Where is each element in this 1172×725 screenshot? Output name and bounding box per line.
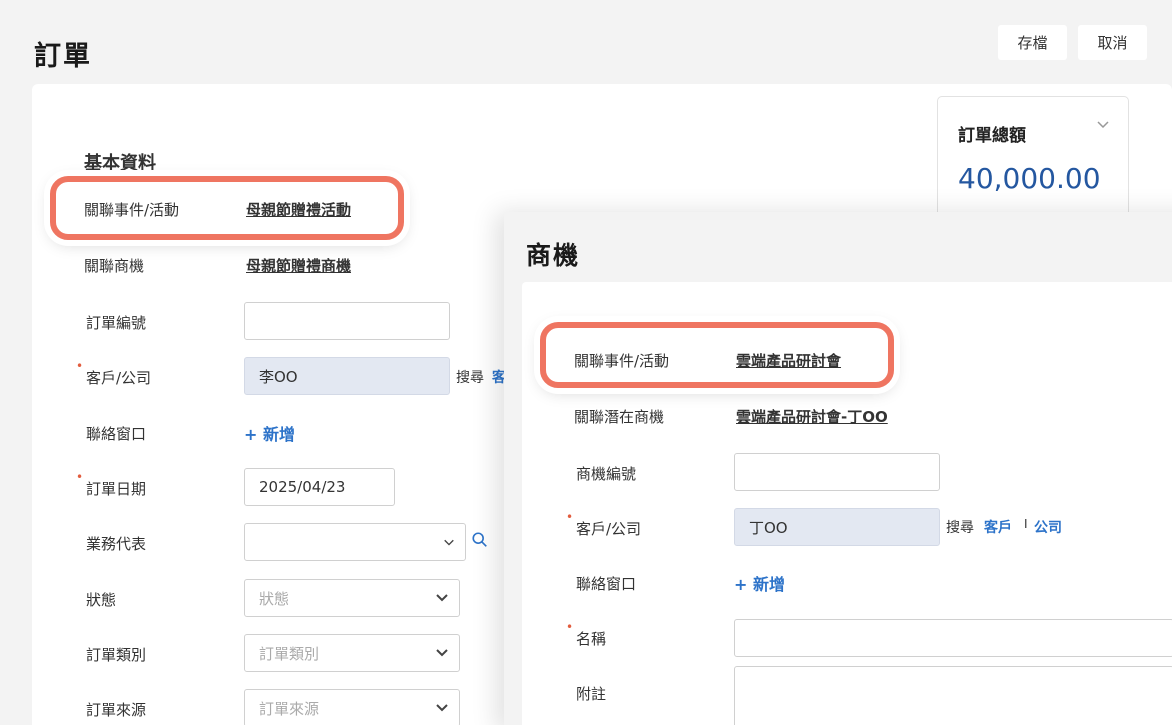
opp-add-contact-label: 新增 <box>752 575 785 594</box>
order-no-label: 訂單編號 <box>86 314 147 332</box>
plus-icon: + <box>734 575 748 594</box>
status-select[interactable]: 狀態 <box>244 579 460 617</box>
order-date-label: 訂單日期 <box>76 470 146 499</box>
section-title: 基本資料 <box>84 153 156 174</box>
cancel-button[interactable]: 取消 <box>1078 25 1147 60</box>
add-contact-label: 新增 <box>262 425 295 444</box>
add-contact-button[interactable]: + 新增 <box>244 421 295 445</box>
related-event-link[interactable]: 母親節贈禮活動 <box>246 199 351 220</box>
opp-search-separator: I <box>1024 517 1028 531</box>
customer-input[interactable]: 李OO <box>244 357 450 395</box>
contact-label: 聯絡窗口 <box>86 425 147 443</box>
opp-search-label: 搜尋 <box>946 520 974 536</box>
opp-add-contact-button[interactable]: + 新增 <box>734 571 785 595</box>
opp-note-label: 附註 <box>576 685 607 703</box>
customer-search-label: 搜尋 <box>456 370 484 386</box>
status-placeholder: 狀態 <box>259 589 290 608</box>
related-opp-link[interactable]: 母親節贈禮商機 <box>246 255 351 276</box>
search-icon[interactable] <box>471 531 489 549</box>
order-source-select[interactable]: 訂單來源 <box>244 689 460 725</box>
opp-related-event-link[interactable]: 雲端產品研討會 <box>736 350 841 371</box>
opp-related-event-label: 關聯事件/活動 <box>574 352 670 370</box>
opp-note-textarea[interactable] <box>734 666 1172 725</box>
opp-customer-search-link[interactable]: 客戶 <box>984 517 1012 537</box>
opportunity-title: 商機 <box>526 241 581 270</box>
opportunity-panel: 商機 關聯事件/活動 雲端產品研討會 關聯潛在商機 雲端產品研討會-丁OO 商機… <box>504 212 1172 725</box>
opp-related-lead-link[interactable]: 雲端產品研討會-丁OO <box>736 406 888 427</box>
opp-name-label: 名稱 <box>566 620 606 649</box>
customer-label: 客戶/公司 <box>76 359 151 388</box>
order-source-label: 訂單來源 <box>86 701 147 719</box>
opp-customer-input[interactable]: 丁OO <box>734 508 940 546</box>
order-type-label: 訂單類別 <box>86 646 147 664</box>
opp-name-input[interactable] <box>734 619 1172 657</box>
sales-rep-label: 業務代表 <box>86 535 147 553</box>
plus-icon: + <box>244 425 258 444</box>
sales-rep-select[interactable] <box>244 523 466 561</box>
opp-no-input[interactable] <box>734 453 940 491</box>
chevron-down-icon <box>436 649 448 657</box>
opp-contact-label: 聯絡窗口 <box>576 575 637 593</box>
opp-related-lead-label: 關聯潛在商機 <box>574 408 665 426</box>
opp-customer-label: 客戶/公司 <box>566 510 641 539</box>
order-total-value: 40,000.00 <box>958 162 1101 195</box>
order-total-card: 訂單總額 40,000.00 <box>937 96 1129 226</box>
related-event-label: 關聯事件/活動 <box>84 201 180 219</box>
chevron-down-icon <box>436 594 448 602</box>
page-title: 訂單 <box>34 41 92 72</box>
order-date-input[interactable]: 2025/04/23 <box>244 468 395 506</box>
chevron-down-icon <box>444 539 454 546</box>
opp-company-search-link[interactable]: 公司 <box>1034 517 1062 537</box>
chevron-down-icon <box>436 704 448 712</box>
order-total-label: 訂單總額 <box>958 126 1026 146</box>
status-label: 狀態 <box>86 591 117 609</box>
chevron-down-icon[interactable] <box>1096 120 1110 130</box>
related-opp-label: 關聯商機 <box>84 257 145 275</box>
order-type-select[interactable]: 訂單類別 <box>244 634 460 672</box>
order-source-placeholder: 訂單來源 <box>259 699 320 718</box>
opportunity-form-card: 關聯事件/活動 雲端產品研討會 關聯潛在商機 雲端產品研討會-丁OO 商機編號 … <box>522 282 1172 725</box>
order-type-placeholder: 訂單類別 <box>259 644 320 663</box>
save-button[interactable]: 存檔 <box>998 25 1067 60</box>
order-no-input[interactable] <box>244 302 450 340</box>
opp-no-label: 商機編號 <box>576 465 637 483</box>
